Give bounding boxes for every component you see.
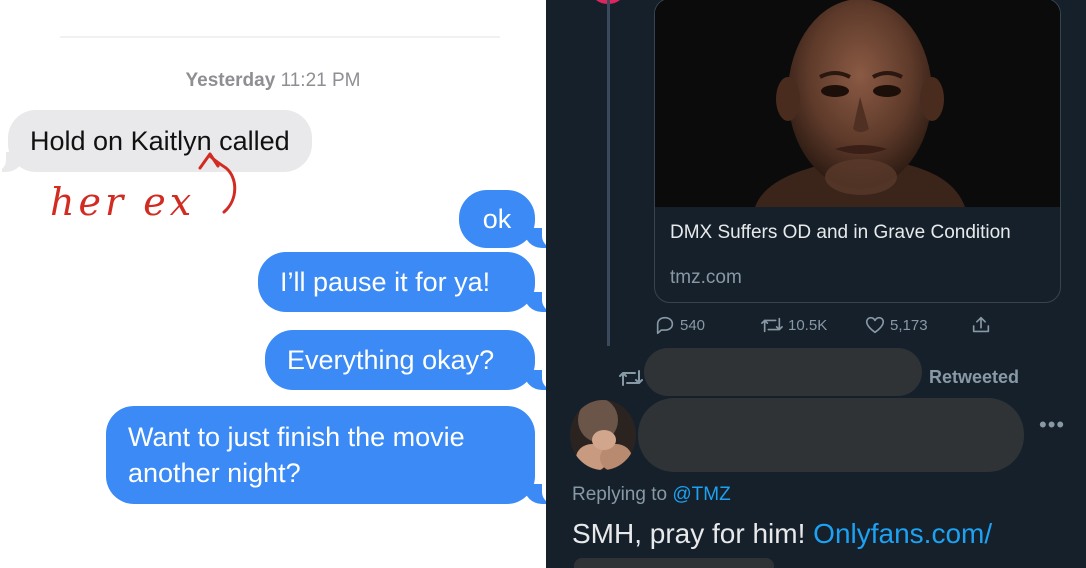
retweet-icon xyxy=(619,370,643,386)
reply-action[interactable]: 540 xyxy=(654,314,705,336)
message-bubble-outgoing[interactable]: Want to just finish the movie another ni… xyxy=(106,406,535,504)
link-card-title: DMX Suffers OD and in Grave Condition xyxy=(670,222,1011,243)
message-bubble-outgoing[interactable]: ok xyxy=(459,190,535,248)
retweet-action[interactable]: 10.5K xyxy=(760,314,827,336)
reply-count: 540 xyxy=(680,316,706,334)
redacted-content xyxy=(574,558,774,568)
thread-connector xyxy=(607,0,610,346)
like-count: 5,173 xyxy=(890,316,928,334)
more-options-icon[interactable]: ••• xyxy=(1039,412,1065,438)
redacted-user-name xyxy=(638,398,1024,472)
message-text: Everything okay? xyxy=(287,345,495,375)
retweet-icon xyxy=(761,317,783,333)
share-icon xyxy=(972,316,990,333)
avatar[interactable] xyxy=(570,400,636,470)
like-action[interactable]: 5,173 xyxy=(864,314,928,336)
message-bubble-outgoing[interactable]: Everything okay? xyxy=(265,330,535,390)
link-card-domain: tmz.com xyxy=(670,267,742,288)
tweet-link[interactable]: Onlyfans.com/ xyxy=(813,518,992,549)
link-preview-card[interactable]: DMX Suffers OD and in Grave Condition tm… xyxy=(654,0,1061,303)
retweet-count: 10.5K xyxy=(788,316,828,334)
message-text: ok xyxy=(482,204,512,234)
replying-handle-link[interactable]: @TMZ xyxy=(672,484,730,505)
share-action[interactable] xyxy=(970,314,992,336)
message-bubble-outgoing[interactable]: I’ll pause it for ya! xyxy=(258,252,535,312)
redacted-retweeter-name xyxy=(644,348,922,396)
message-text: Want to just finish the movie another ni… xyxy=(128,422,465,488)
message-text: I’ll pause it for ya! xyxy=(280,267,491,297)
link-card-image xyxy=(655,0,1060,207)
twitter-panel: DMX Suffers OD and in Grave Condition tm… xyxy=(546,0,1086,568)
imessage-panel: Yesterday 11:21 PM Hold on Kaitlyn calle… xyxy=(0,0,546,568)
heart-icon xyxy=(865,316,885,334)
replying-to: Replying to @TMZ xyxy=(572,484,731,506)
reply-icon xyxy=(656,316,674,335)
replying-prefix: Replying to xyxy=(572,484,668,505)
tweet-body: SMH, pray for him! xyxy=(572,518,806,549)
tweet-text: SMH, pray for him! Onlyfans.com/ xyxy=(572,518,992,550)
retweeted-label: Retweeted xyxy=(929,367,1020,387)
